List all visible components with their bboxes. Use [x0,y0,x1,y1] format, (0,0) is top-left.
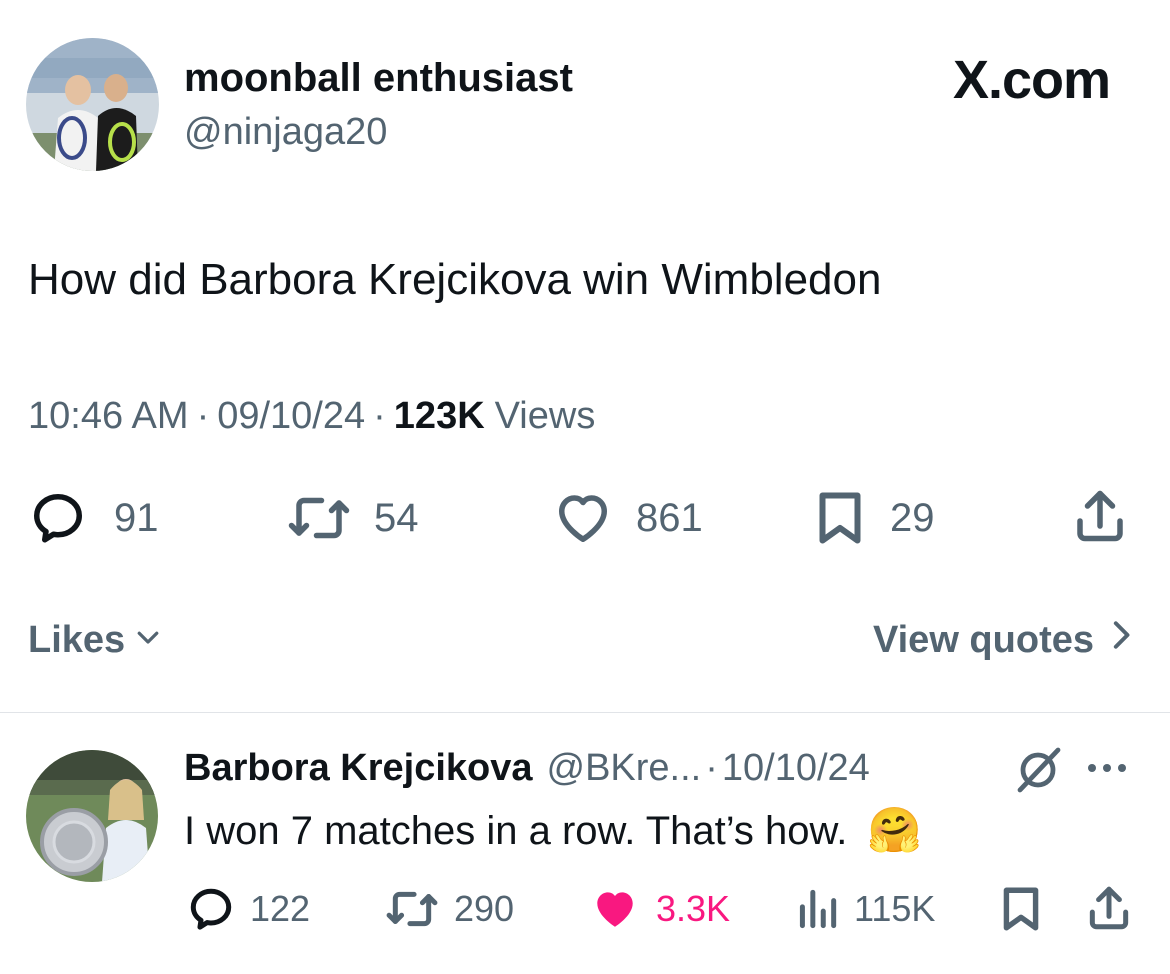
post-text: How did Barbora Krejcikova win Wimbledon [28,255,882,304]
reply-icon [28,488,88,548]
bookmark-icon [812,488,868,548]
chevron-right-icon [1108,618,1134,662]
post-time: 10:46 AM [28,395,189,437]
like-button[interactable]: 861 [552,488,703,548]
heart-icon [552,488,614,548]
reply-like-count: 3.3K [656,888,731,929]
repost-icon [384,884,440,934]
bookmark-icon [998,884,1044,934]
reply-text-line: I won 7 matches in a row. That’s how. 🤗 [184,808,922,854]
reply-share-button[interactable] [1084,882,1134,934]
view-quotes-label: View quotes [872,619,1094,661]
grok-icon[interactable] [1012,746,1064,799]
reply-header: Barbora Krejcikova @BKre... · 10/10/24 [184,746,870,790]
views-label: Views [494,395,596,437]
brand-logo: X.com [952,50,1111,110]
bookmark-count: 29 [890,495,935,540]
share-button[interactable] [1070,486,1130,546]
author-handle[interactable]: @ninjaga20 [184,110,387,154]
reply-count: 91 [114,495,159,540]
reply-views-count: 115K [854,888,936,929]
share-icon [1084,882,1134,934]
avatar[interactable] [26,38,159,171]
reply-date[interactable]: 10/10/24 [722,746,870,790]
repost-button[interactable]: 54 [286,488,419,548]
reply-reply-count: 122 [250,888,311,929]
reply-button[interactable]: 91 [28,488,159,548]
hugging-face-emoji: 🤗 [867,806,923,855]
view-quotes-link[interactable]: View quotes [873,618,1134,662]
meta-separator: · [196,395,210,437]
reply-repost-button[interactable]: 290 [384,884,514,934]
author-display-name[interactable]: moonball enthusiast [184,56,573,100]
share-icon [1070,486,1130,546]
bookmark-button[interactable]: 29 [812,488,935,548]
reply-icon [186,884,236,934]
like-count: 861 [636,495,703,540]
reply-bookmark-button[interactable] [998,884,1044,934]
likes-label: Likes [28,619,126,661]
reply-avatar[interactable] [26,750,158,882]
reply-handle[interactable]: @BKre... [547,746,702,790]
divider [0,712,1170,713]
meta-separator: · [373,395,386,437]
repost-icon [286,488,352,548]
likes-dropdown[interactable]: Likes [28,618,163,662]
reply-display-name[interactable]: Barbora Krejcikova [184,746,533,790]
chevron-down-icon [133,618,163,662]
reply-repost-count: 290 [454,888,515,929]
meta-separator: · [705,747,718,789]
heart-filled-icon [588,884,642,934]
reply-reply-button[interactable]: 122 [186,884,310,934]
more-icon[interactable] [1088,764,1126,772]
repost-count: 54 [374,495,419,540]
reply-text: I won 7 matches in a row. That’s how. [184,809,848,853]
post-date: 09/10/24 [217,395,366,437]
views-icon [794,884,840,934]
reply-views-button[interactable]: 115K [794,884,935,934]
views-count: 123K [393,395,485,437]
reply-like-button[interactable]: 3.3K [588,884,730,934]
post-meta: 10:46 AM · 09/10/24 · 123K Views [28,394,595,438]
